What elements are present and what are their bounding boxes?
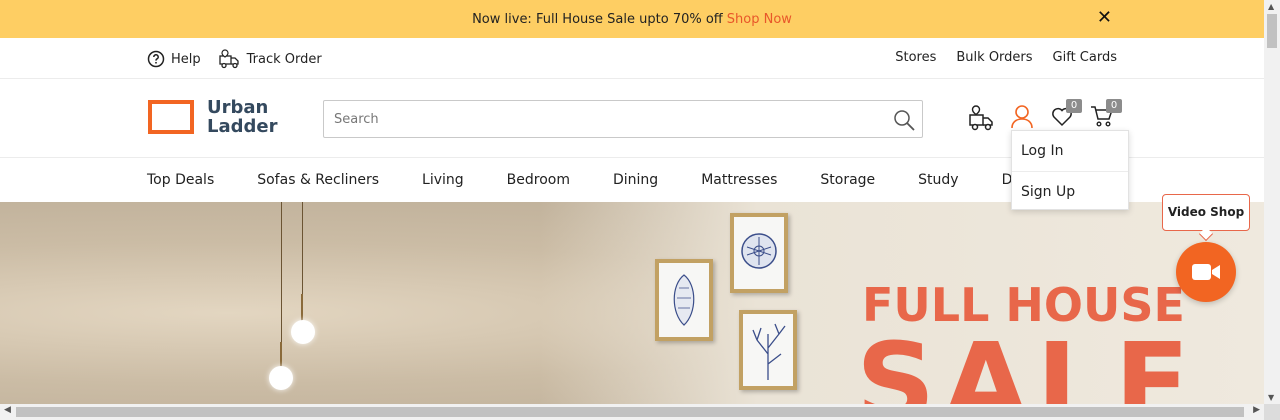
nav-storage[interactable]: Storage xyxy=(820,172,875,188)
horizontal-scrollbar[interactable]: ◀ ▶ xyxy=(0,404,1264,420)
wall-art-frame xyxy=(655,259,713,341)
search-icon[interactable] xyxy=(892,108,916,132)
vertical-scroll-thumb[interactable] xyxy=(1267,14,1277,48)
logo-text: Urban Ladder xyxy=(207,98,277,136)
wall-art-frame xyxy=(739,310,797,390)
stores-link[interactable]: Stores xyxy=(895,50,936,65)
video-shop-text: Video Shop xyxy=(1167,205,1245,219)
sand-dollar-art-icon xyxy=(741,233,777,269)
search-input[interactable] xyxy=(324,111,884,127)
urban-ladder-logo[interactable]: Urban Ladder xyxy=(147,98,277,136)
logo-mark-icon xyxy=(147,100,194,135)
scroll-down-arrow-icon[interactable]: ▼ xyxy=(1268,393,1274,402)
video-shop-label[interactable]: Video Shop xyxy=(1162,194,1250,242)
bulk-orders-link[interactable]: Bulk Orders xyxy=(956,50,1032,65)
promo-text: Now live: Full House Sale upto 70% off xyxy=(472,11,723,27)
nav-sofas-recliners[interactable]: Sofas & Recliners xyxy=(257,172,379,188)
help-label: Help xyxy=(171,51,201,67)
horizontal-scroll-thumb[interactable] xyxy=(16,407,1244,417)
scrollbar-corner xyxy=(1264,404,1280,420)
nav-study[interactable]: Study xyxy=(918,172,958,188)
promo-banner: Now live: Full House Sale upto 70% off S… xyxy=(0,0,1264,38)
logo-line-2: Ladder xyxy=(207,116,278,137)
pendant-bulb xyxy=(269,366,293,390)
search-box xyxy=(323,100,923,138)
wall-art-frame xyxy=(730,213,788,293)
vertical-scrollbar[interactable]: ▲ ▼ xyxy=(1264,0,1280,404)
video-shop-button[interactable] xyxy=(1176,242,1236,302)
scroll-up-arrow-icon[interactable]: ▲ xyxy=(1268,2,1274,11)
nav-dining[interactable]: Dining xyxy=(613,172,658,188)
help-link[interactable]: Help xyxy=(147,50,201,68)
account-dropdown: Log In Sign Up xyxy=(1011,130,1129,210)
pendant-bulb xyxy=(291,320,315,344)
gift-cards-link[interactable]: Gift Cards xyxy=(1053,50,1117,65)
utility-bar: Help Track Order Stores Bulk Orders Gift… xyxy=(0,38,1264,79)
nav-mattresses[interactable]: Mattresses xyxy=(701,172,777,188)
track-order-label: Track Order xyxy=(246,51,322,67)
cart-count-badge: 0 xyxy=(1106,99,1122,113)
delivery-truck-icon[interactable] xyxy=(968,104,996,132)
scroll-left-arrow-icon[interactable]: ◀ xyxy=(4,405,11,415)
wishlist-count-badge: 0 xyxy=(1066,99,1082,113)
close-icon[interactable]: ✕ xyxy=(1097,9,1112,27)
scroll-right-arrow-icon[interactable]: ▶ xyxy=(1253,405,1260,415)
nav-living[interactable]: Living xyxy=(422,172,464,188)
conch-shell-art-icon xyxy=(673,274,695,326)
coral-art-icon xyxy=(752,323,786,380)
sign-up-option[interactable]: Sign Up xyxy=(1012,171,1128,211)
nav-top-deals[interactable]: Top Deals xyxy=(147,172,214,188)
user-profile-icon[interactable] xyxy=(1010,104,1034,130)
nav-bedroom[interactable]: Bedroom xyxy=(507,172,570,188)
pendant-fitting xyxy=(280,342,282,368)
shop-now-link[interactable]: Shop Now xyxy=(727,12,792,27)
help-circle-icon xyxy=(147,50,165,68)
logo-line-1: Urban xyxy=(207,97,269,118)
video-camera-icon xyxy=(1192,264,1220,280)
pendant-fitting xyxy=(301,294,303,322)
category-nav: Top Deals Sofas & Recliners Living Bedro… xyxy=(147,159,1086,201)
track-order-link[interactable]: Track Order xyxy=(218,49,322,69)
log-in-option[interactable]: Log In xyxy=(1012,131,1128,171)
delivery-truck-icon xyxy=(218,49,239,69)
